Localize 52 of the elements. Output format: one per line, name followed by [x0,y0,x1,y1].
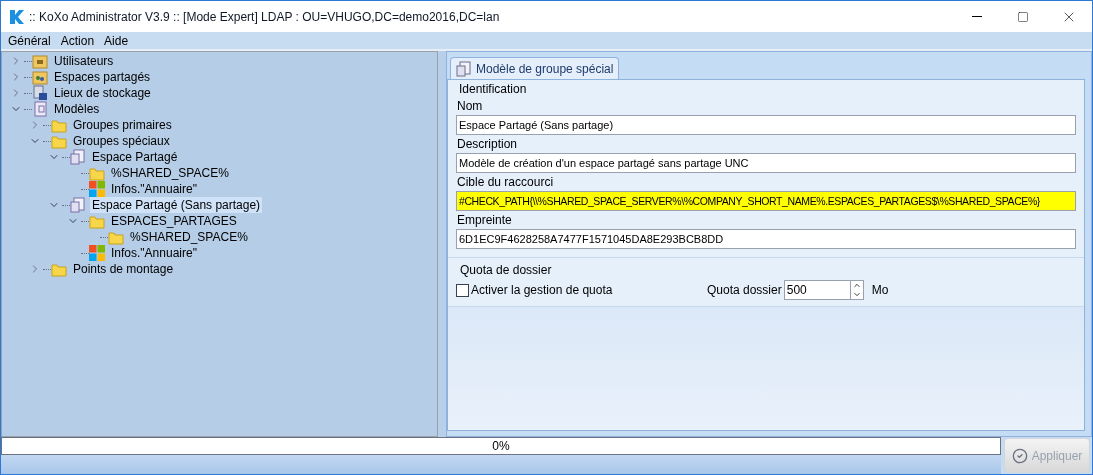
tree-item[interactable]: Lieux de stockage [52,85,153,101]
checkbox-label: Activer la gestion de quota [471,282,614,299]
text-field[interactable]: Espace Partagé (Sans partage) [456,115,1076,135]
checkbox[interactable] [456,283,469,297]
tree-item[interactable]: Infos."Annuaire" [109,245,199,261]
menu-item[interactable]: Général [5,31,54,50]
app-logo-icon [9,8,25,25]
unit-label: Mo [871,282,889,299]
minimize-icon [972,16,982,17]
tree-item[interactable]: Espace Partagé (Sans partage) [90,197,263,213]
field-label: Cible du raccourci [456,174,555,191]
group-title: Identification [458,81,528,97]
menu-item[interactable]: Aide [101,31,132,50]
tree-item[interactable]: ESPACES_PARTAGES [109,213,239,229]
folder-icon [32,53,48,69]
text-field[interactable]: Modèle de création d'un espace partagé sans partage UNC [456,153,1076,173]
group-title: Quota de dossier [459,262,553,278]
folder-icon [89,165,105,181]
window-title: :: KoXo Administrator V3.9 :: [Mode Expert] LDAP : OU=VHUGO,DC=demo2016,DC=lan [29,8,500,26]
tree-item[interactable]: %SHARED_SPACE% [109,165,231,181]
document-icon [456,60,472,77]
tree-item[interactable]: %SHARED_SPACE% [128,229,250,245]
check-circle-icon [1011,447,1028,464]
document-icon [32,101,48,117]
field-label: Empreinte [456,212,513,229]
folder-icon [51,261,67,277]
menu-item[interactable]: Action [57,31,98,50]
tree-item[interactable]: Infos."Annuaire" [109,181,199,197]
number-field[interactable]: 500 [783,280,851,300]
field-label: Nom [456,98,484,115]
tree-item[interactable]: Espace Partagé [90,149,180,165]
document-icon [70,197,86,213]
tree-item[interactable]: Points de montage [71,261,176,277]
tree-item[interactable]: Groupes primaires [71,117,174,133]
folder-icon [51,133,67,149]
folder-icon [51,117,67,133]
tree-item[interactable]: Groupes spéciaux [71,133,172,149]
field-label: Description [456,136,519,153]
text-field[interactable]: #CHECK_PATH{\\%SHARED_SPACE_SERVER%\%COMPANY_SHORT_NAME%.ESPACES_PARTAGES$\%SHARED_SPACE%} [456,191,1076,211]
field-label: Quota dossier [707,282,782,299]
tree-item[interactable]: Modèles [52,101,102,117]
folder-people-icon [32,69,48,85]
text-field[interactable]: 6D1EC9F4628258A7477F1571045DA8E293BCB8DD [456,229,1076,249]
tree-item[interactable]: Espaces partagés [52,69,153,85]
maximize-icon [1017,10,1029,23]
document-icon [70,149,86,165]
folder-icon [108,229,124,245]
tree-item[interactable]: Utilisateurs [52,53,116,69]
windows-logo-icon [89,181,105,197]
windows-logo-icon [89,245,105,261]
progress-text: 0% [491,438,511,454]
tab[interactable]: Modèle de groupe spécial [450,57,620,79]
